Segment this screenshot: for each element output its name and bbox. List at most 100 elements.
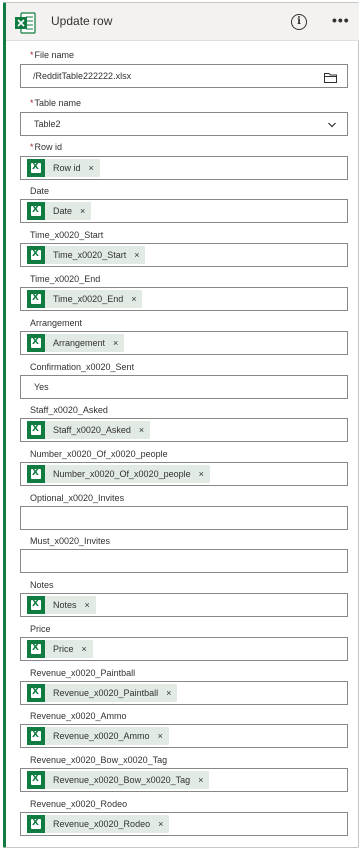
- revenue-bow-tag-label: Revenue_x0020_Bow_x0020_Tag: [30, 755, 168, 765]
- remove-token-icon[interactable]: ×: [113, 338, 118, 348]
- excel-icon: [27, 640, 45, 658]
- folder-icon[interactable]: [324, 72, 337, 83]
- excel-icon: [27, 290, 45, 308]
- must-invites-field[interactable]: [20, 549, 348, 573]
- excel-icon: [27, 202, 45, 220]
- excel-icon: [27, 246, 45, 264]
- dynamic-content-token[interactable]: Revenue_x0020_Paintball ×: [27, 684, 178, 702]
- staff-asked-label: Staff_x0020_Asked: [30, 405, 108, 415]
- remove-token-icon[interactable]: ×: [158, 731, 163, 741]
- remove-token-icon[interactable]: ×: [89, 163, 94, 173]
- notes-field[interactable]: Notes ×: [20, 593, 348, 617]
- token-label: Revenue_x0020_Ammo: [53, 731, 150, 741]
- revenue-paintball-field[interactable]: Revenue_x0020_Paintball ×: [20, 681, 348, 705]
- token-label: Row id: [53, 163, 81, 173]
- remove-token-icon[interactable]: ×: [158, 819, 163, 829]
- required-marker: *: [30, 142, 34, 152]
- excel-icon: [27, 596, 45, 614]
- token-label: Notes: [53, 600, 77, 610]
- excel-icon: [27, 334, 45, 352]
- date-label: Date: [30, 186, 50, 196]
- confirmation-sent-value: Yes: [34, 382, 49, 392]
- info-icon[interactable]: i: [291, 14, 307, 30]
- remove-token-icon[interactable]: ×: [134, 250, 139, 260]
- number-of-people-field[interactable]: Number_x0020_Of_x0020_people ×: [20, 462, 348, 486]
- card-title: Update row: [51, 14, 113, 28]
- dynamic-content-token[interactable]: Arrangement ×: [27, 334, 125, 352]
- remove-token-icon[interactable]: ×: [85, 600, 90, 610]
- excel-icon: [27, 465, 45, 483]
- arrangement-field[interactable]: Arrangement ×: [20, 331, 348, 355]
- dynamic-content-token[interactable]: Notes ×: [27, 596, 96, 614]
- must-invites-label: Must_x0020_Invites: [30, 536, 111, 546]
- price-field[interactable]: Price ×: [20, 637, 348, 661]
- confirmation-sent-label: Confirmation_x0020_Sent: [30, 362, 135, 372]
- remove-token-icon[interactable]: ×: [166, 688, 171, 698]
- confirmation-sent-field[interactable]: Yes: [20, 375, 348, 399]
- token-label: Arrangement: [53, 338, 106, 348]
- remove-token-icon[interactable]: ×: [199, 469, 204, 479]
- token-label: Revenue_x0020_Bow_x0020_Tag: [53, 775, 191, 785]
- row-id-field[interactable]: Row id ×: [20, 156, 348, 180]
- excel-icon: [27, 421, 45, 439]
- token-label: Time_x0020_End: [53, 294, 124, 304]
- optional-invites-field[interactable]: [20, 506, 348, 530]
- price-label: Price: [30, 624, 51, 634]
- dynamic-content-token[interactable]: Revenue_x0020_Bow_x0020_Tag ×: [27, 771, 210, 789]
- dynamic-content-token[interactable]: Time_x0020_Start ×: [27, 246, 146, 264]
- file-name-field[interactable]: /RedditTable222222.xlsx: [20, 64, 348, 88]
- remove-token-icon[interactable]: ×: [80, 206, 85, 216]
- chevron-down-icon[interactable]: [327, 121, 337, 129]
- table-name-dropdown[interactable]: Table2: [20, 112, 348, 136]
- optional-invites-label: Optional_x0020_Invites: [30, 493, 125, 503]
- notes-label: Notes: [30, 580, 54, 590]
- token-label: Revenue_x0020_Rodeo: [53, 819, 151, 829]
- dynamic-content-token[interactable]: Date ×: [27, 202, 92, 220]
- time-start-label: Time_x0020_Start: [30, 230, 104, 240]
- date-field[interactable]: Date ×: [20, 199, 348, 223]
- time-end-label: Time_x0020_End: [30, 274, 101, 284]
- token-label: Time_x0020_Start: [53, 250, 127, 260]
- revenue-paintball-label: Revenue_x0020_Paintball: [30, 668, 136, 678]
- staff-asked-field[interactable]: Staff_x0020_Asked ×: [20, 418, 348, 442]
- remove-token-icon[interactable]: ×: [131, 294, 136, 304]
- excel-icon: [27, 727, 45, 745]
- token-label: Date: [53, 206, 73, 216]
- dynamic-content-token[interactable]: Row id ×: [27, 159, 100, 177]
- time-end-field[interactable]: Time_x0020_End ×: [20, 287, 348, 311]
- remove-token-icon[interactable]: ×: [198, 775, 203, 785]
- revenue-rodeo-field[interactable]: Revenue_x0020_Rodeo ×: [20, 812, 348, 836]
- card-header[interactable]: Update row i •••: [6, 3, 359, 41]
- file-name-label: *File name: [30, 50, 75, 60]
- revenue-ammo-label: Revenue_x0020_Ammo: [30, 711, 127, 721]
- excel-logo-icon: [15, 12, 36, 34]
- dynamic-content-token[interactable]: Revenue_x0020_Rodeo ×: [27, 815, 170, 833]
- more-options-icon[interactable]: •••: [332, 12, 354, 28]
- table-name-value: Table2: [34, 119, 61, 129]
- excel-icon: [27, 159, 45, 177]
- excel-icon: [27, 771, 45, 789]
- required-marker: *: [30, 98, 34, 108]
- excel-icon: [27, 684, 45, 702]
- number-of-people-label: Number_x0020_Of_x0020_people: [30, 449, 168, 459]
- revenue-rodeo-label: Revenue_x0020_Rodeo: [30, 799, 128, 809]
- token-label: Revenue_x0020_Paintball: [53, 688, 159, 698]
- revenue-ammo-field[interactable]: Revenue_x0020_Ammo ×: [20, 724, 348, 748]
- file-name-value: /RedditTable222222.xlsx: [33, 71, 132, 81]
- remove-token-icon[interactable]: ×: [139, 425, 144, 435]
- dynamic-content-token[interactable]: Time_x0020_End ×: [27, 290, 143, 308]
- token-label: Staff_x0020_Asked: [53, 425, 131, 435]
- required-marker: *: [30, 50, 34, 60]
- update-row-card: Update row i ••• *File name /RedditTable…: [3, 2, 359, 848]
- time-start-field[interactable]: Time_x0020_Start ×: [20, 243, 348, 267]
- dynamic-content-token[interactable]: Revenue_x0020_Ammo ×: [27, 727, 169, 745]
- excel-icon: [27, 815, 45, 833]
- remove-token-icon[interactable]: ×: [82, 644, 87, 654]
- dynamic-content-token[interactable]: Staff_x0020_Asked ×: [27, 421, 151, 439]
- dynamic-content-token[interactable]: Price ×: [27, 640, 93, 658]
- token-label: Number_x0020_Of_x0020_people: [53, 469, 191, 479]
- dynamic-content-token[interactable]: Number_x0020_Of_x0020_people ×: [27, 465, 210, 483]
- token-label: Price: [53, 644, 74, 654]
- revenue-bow-tag-field[interactable]: Revenue_x0020_Bow_x0020_Tag ×: [20, 768, 348, 792]
- row-id-label: *Row id: [30, 142, 63, 152]
